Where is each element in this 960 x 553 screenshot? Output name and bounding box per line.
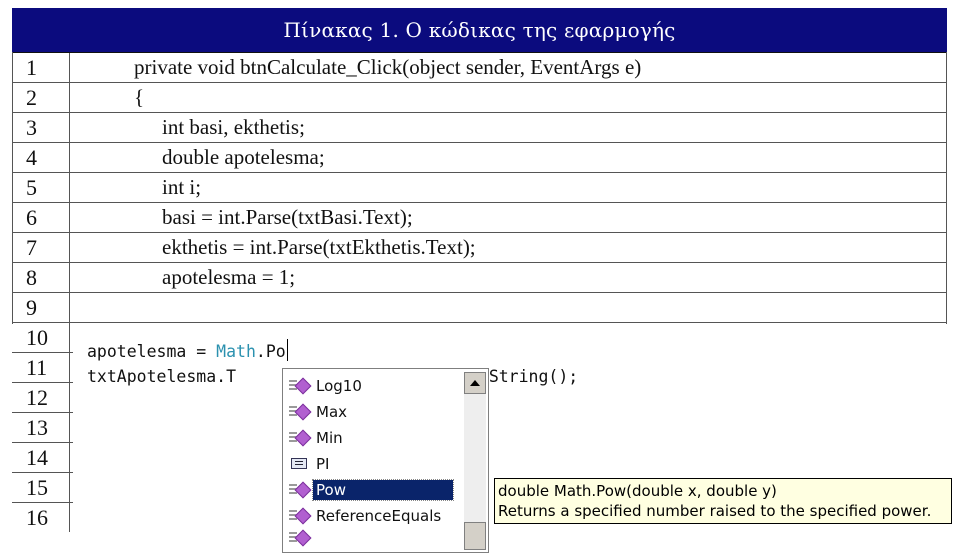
intellisense-item-label: ReferenceEquals [316, 506, 442, 525]
method-icon [287, 481, 313, 499]
method-icon [287, 507, 313, 525]
table-row: 5 int i; [12, 172, 947, 202]
code-line: apotelesma = 1; [162, 265, 296, 289]
table-row: 8 apotelesma = 1; [12, 262, 947, 292]
method-icon [287, 429, 313, 447]
table-row: 9 [12, 292, 947, 322]
tooltip-signature: double Math.Pow(double x, double y) [498, 482, 777, 500]
table-row: 6 basi = int.Parse(txtBasi.Text); [12, 202, 947, 232]
intellisense-item-partial[interactable] [287, 529, 462, 547]
intellisense-item-min[interactable]: Min [287, 425, 462, 450]
code-line: ekthetis = int.Parse(txtEkthetis.Text); [162, 235, 476, 259]
intellisense-item-log10[interactable]: Log10 [287, 373, 462, 398]
intellisense-item-max[interactable]: Max [287, 399, 462, 424]
editor-text: txtApotelesma.T [87, 367, 237, 386]
intellisense-item-pi[interactable]: PI [287, 451, 462, 476]
line-number: 14 [12, 443, 70, 472]
line-number: 10 [12, 323, 70, 352]
line-number: 13 [12, 413, 70, 442]
method-icon [287, 529, 313, 547]
table-title: Πίνακας 1. Ο κώδικας της εφαρμογής [12, 8, 947, 52]
intellisense-item-label: PI [316, 454, 330, 473]
scrollbar-thumb[interactable] [464, 522, 486, 550]
line-number: 6 [12, 203, 70, 232]
line-number: 4 [12, 143, 70, 172]
table-row: 4 double apotelesma; [12, 142, 947, 172]
line-number: 15 [12, 473, 70, 502]
quickinfo-tooltip: double Math.Pow(double x, double y) Retu… [494, 478, 952, 524]
intellisense-item-label: Pow [312, 478, 454, 501]
intellisense-item-label: Max [316, 402, 348, 421]
code-line: { [134, 85, 145, 109]
line-number: 5 [12, 173, 70, 202]
method-icon [287, 377, 313, 395]
table-row: 3 int basi, ekthetis; [12, 112, 947, 142]
editor-text: .Po [255, 342, 286, 361]
line-number: 12 [12, 383, 70, 412]
text-caret [286, 339, 289, 361]
table-row: 7 ekthetis = int.Parse(txtEkthetis.Text)… [12, 232, 947, 262]
intellisense-item-label: Min [316, 428, 343, 447]
table-row: 2 { [12, 82, 947, 112]
line-number: 1 [12, 53, 70, 82]
line-number: 11 [12, 353, 70, 382]
intellisense-scrollbar[interactable] [464, 372, 486, 550]
code-line: int i; [162, 175, 202, 199]
editor-text: apotelesma = [87, 342, 217, 361]
table-row: 1 private void btnCalculate_Click(object… [12, 52, 947, 82]
editor-line-10[interactable]: apotelesma = Math.Po [87, 339, 289, 361]
intellisense-item-label: Log10 [316, 376, 362, 395]
tooltip-description: Returns a specified number raised to the… [498, 502, 932, 520]
line-number: 2 [12, 83, 70, 112]
field-icon [287, 455, 313, 473]
scroll-up-icon[interactable] [464, 372, 486, 394]
line-number: 3 [12, 113, 70, 142]
code-line: basi = int.Parse(txtBasi.Text); [162, 205, 413, 229]
type-name: Math [216, 342, 256, 361]
intellisense-list[interactable]: Log10 Max Min PI Pow ReferenceEquals [282, 368, 489, 553]
code-line: private void btnCalculate_Click(object s… [134, 55, 642, 79]
method-icon [287, 403, 313, 421]
line-number: 16 [12, 503, 70, 532]
code-line: int basi, ekthetis; [162, 115, 305, 139]
intellisense-item-referenceequals[interactable]: ReferenceEquals [287, 503, 462, 528]
line-number: 7 [12, 233, 70, 262]
line-number: 9 [12, 293, 70, 322]
code-line: double apotelesma; [162, 145, 325, 169]
line-number: 8 [12, 263, 70, 292]
intellisense-item-pow[interactable]: Pow [287, 477, 462, 502]
